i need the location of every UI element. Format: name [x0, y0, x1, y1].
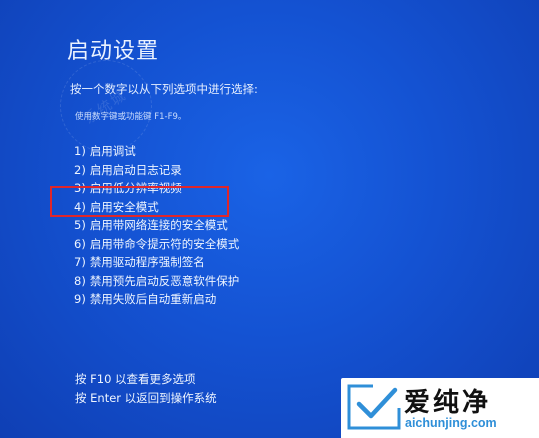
- option-number: 6): [74, 236, 86, 251]
- startup-settings-screen: 系统城 启动设置 按一个数字以从下列选项中进行选择: 使用数字键或功能键 F1-…: [0, 0, 539, 438]
- option-label: 启用带命令提示符的安全模式: [89, 236, 240, 251]
- selection-highlight-box: [50, 186, 229, 217]
- option-label: 启用启动日志记录: [89, 162, 182, 177]
- option-9-disable-auto-restart[interactable]: 9) 禁用失败后自动重新启动: [74, 290, 404, 309]
- more-options-hint[interactable]: 按 F10 以查看更多选项: [75, 370, 217, 389]
- option-8-disable-early-antimalware[interactable]: 8) 禁用预先启动反恶意软件保护: [74, 272, 404, 291]
- option-5-safe-mode-networking[interactable]: 5) 启用带网络连接的安全模式: [74, 216, 404, 235]
- option-label: 禁用预先启动反恶意软件保护: [89, 273, 240, 288]
- option-number: 2): [74, 162, 86, 177]
- logo-name: 爱纯净: [404, 388, 492, 418]
- option-label: 禁用失败后自动重新启动: [89, 292, 217, 306]
- instruction-prompt: 按一个数字以从下列选项中进行选择:: [70, 82, 258, 96]
- option-number: 7): [74, 255, 86, 269]
- option-label: 启用调试: [89, 144, 136, 158]
- option-number: 1): [74, 144, 86, 158]
- option-7-disable-driver-signature[interactable]: 7) 禁用驱动程序强制签名: [74, 253, 404, 272]
- option-2-boot-logging[interactable]: 2) 启用启动日志记录: [74, 161, 404, 180]
- footer-instructions: 按 F10 以查看更多选项 按 Enter 以返回到操作系统: [75, 370, 217, 407]
- option-label: 禁用驱动程序强制签名: [89, 255, 205, 269]
- page-title: 启动设置: [67, 39, 160, 64]
- logo-url: aichunjing.com: [405, 416, 497, 430]
- key-hint: 使用数字键或功能键 F1-F9。: [75, 112, 187, 122]
- option-1-enable-debugging[interactable]: 1) 启用调试: [74, 142, 404, 161]
- option-6-safe-mode-command-prompt[interactable]: 6) 启用带命令提示符的安全模式: [74, 235, 404, 254]
- return-to-os-hint[interactable]: 按 Enter 以返回到操作系统: [75, 389, 217, 408]
- startup-options-list: 1) 启用调试 2) 启用启动日志记录 3) 启用低分辨率视频 4) 启用安全模式 5)…: [74, 142, 404, 309]
- logo-icon: [347, 384, 401, 430]
- site-logo: 爱纯净 aichunjing.com: [341, 378, 539, 438]
- option-label: 启用带网络连接的安全模式: [89, 218, 228, 232]
- option-number: 5): [74, 218, 86, 232]
- option-number: 9): [74, 292, 86, 306]
- option-number: 8): [74, 273, 86, 288]
